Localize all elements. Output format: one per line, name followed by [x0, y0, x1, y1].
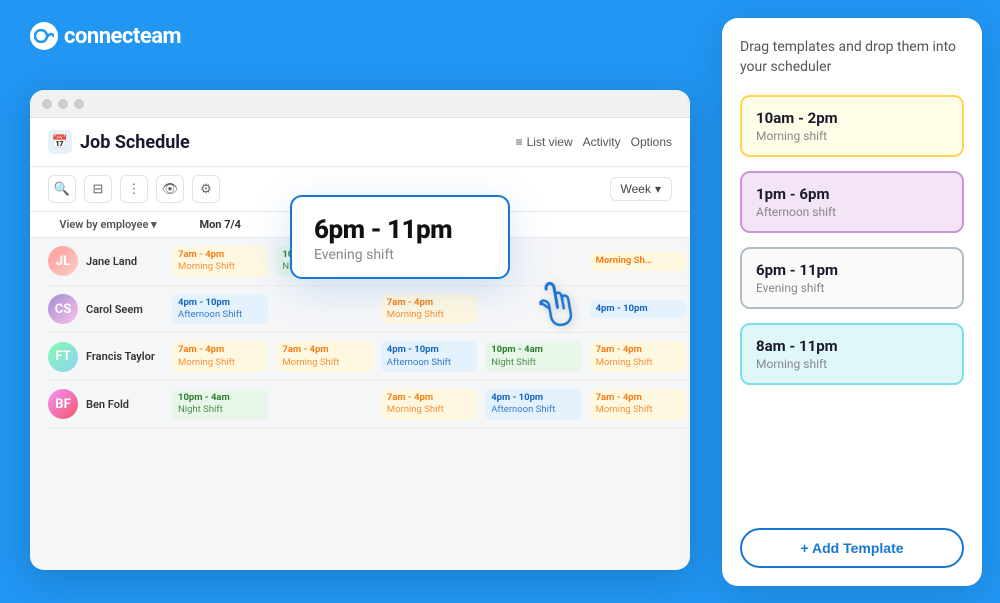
dragged-shift-time: 6pm - 11pm	[314, 215, 484, 245]
shift-block: 7am - 4pm Morning Shift	[381, 294, 477, 325]
more-button[interactable]: ⋮	[120, 175, 148, 203]
view-by-employee[interactable]: View by employee ▾	[48, 212, 168, 237]
shift-cell: 7am - 4pm Morning Shift	[168, 339, 272, 374]
shift-cell: 10pm - 4am Night Shift	[481, 339, 585, 374]
logo: connecteam	[30, 22, 181, 50]
employee-name: Francis Taylor	[86, 350, 155, 363]
shift-block: 7am - 4pm Morning Shift	[172, 341, 268, 372]
avatar: BF	[48, 389, 78, 419]
template-time: 10am - 2pm	[756, 109, 948, 127]
date-header: Mon 7/4	[168, 212, 272, 237]
shift-cell: 7am - 4pm Morning Shift	[377, 387, 481, 422]
template-label: Morning shift	[756, 129, 948, 143]
template-card-afternoon[interactable]: 1pm - 6pm Afternoon shift	[740, 171, 964, 233]
template-label: Evening shift	[756, 281, 948, 295]
logo-icon	[30, 22, 58, 50]
shift-cell: 10pm - 4am Night Shift	[168, 387, 272, 422]
employee-name: Ben Fold	[86, 398, 129, 411]
scheduler-window: 📅 Job Schedule ≡ List view Activity Opti…	[30, 90, 690, 570]
shift-cell: 4pm - 10pm Afternoon Shift	[481, 387, 585, 422]
shift-block: 7am - 4pm Morning Shift	[172, 246, 268, 277]
shift-cell	[272, 307, 376, 311]
shift-block: Morning Sh…	[590, 252, 686, 270]
dot-red	[42, 99, 52, 109]
dragged-shift-card: 6pm - 11pm Evening shift	[290, 195, 510, 279]
week-selector[interactable]: Week ▾	[610, 177, 673, 201]
avatar: FT	[48, 342, 78, 372]
shift-cell: 4pm - 10pm Afternoon Shift	[377, 339, 481, 374]
shift-block: 7am - 4pm Morning Shift	[276, 341, 372, 372]
logo-text: connecteam	[64, 24, 181, 49]
shift-block: 7am - 4pm Morning Shift	[590, 341, 686, 372]
shift-cell: 7am - 4pm Morning Shift	[586, 387, 690, 422]
drag-cursor-icon	[525, 276, 583, 344]
template-card-morning[interactable]: 10am - 2pm Morning shift	[740, 95, 964, 157]
grid-body: JL Jane Land 7am - 4pm Morning Shift 10p…	[30, 238, 690, 568]
options-button[interactable]: Options	[631, 135, 672, 149]
template-label: Afternoon shift	[756, 205, 948, 219]
employee-name: Carol Seem	[86, 303, 143, 316]
scheduler-title: 📅 Job Schedule	[48, 130, 190, 154]
col5	[586, 212, 690, 237]
template-time: 1pm - 6pm	[756, 185, 948, 203]
shift-cell: 7am - 4pm Morning Shift	[272, 339, 376, 374]
eye-button[interactable]: 👁	[156, 175, 184, 203]
template-label: Morning shift	[756, 357, 948, 371]
shift-cell: 4pm - 10pm	[586, 298, 690, 320]
table-row: BF Ben Fold 10pm - 4am Night Shift 7am -…	[48, 381, 690, 429]
avatar: JL	[48, 246, 78, 276]
shift-cell: 7am - 4pm Morning Shift	[377, 292, 481, 327]
filter-button[interactable]: ⊟	[84, 175, 112, 203]
table-row: CS Carol Seem 4pm - 10pm Afternoon Shift…	[48, 286, 690, 334]
employee-cell: CS Carol Seem	[48, 294, 168, 324]
shift-block: 4pm - 10pm Afternoon Shift	[172, 294, 268, 325]
titlebar	[30, 90, 690, 118]
header-actions: ≡ List view Activity Options	[516, 135, 672, 149]
activity-button[interactable]: Activity	[583, 135, 621, 149]
template-time: 6pm - 11pm	[756, 261, 948, 279]
shift-block: 10pm - 4am Night Shift	[172, 389, 268, 420]
shift-cell: 7am - 4pm Morning Shift	[168, 244, 272, 279]
dot-green	[74, 99, 84, 109]
dot-yellow	[58, 99, 68, 109]
avatar: CS	[48, 294, 78, 324]
shift-block: 4pm - 10pm Afternoon Shift	[485, 389, 581, 420]
templates-panel: Drag templates and drop them into your s…	[722, 18, 982, 586]
search-button[interactable]: 🔍	[48, 175, 76, 203]
scheduler-header: 📅 Job Schedule ≡ List view Activity Opti…	[30, 118, 690, 167]
shift-block: 7am - 4pm Morning Shift	[381, 389, 477, 420]
shift-cell: 7am - 4pm Morning Shift	[586, 339, 690, 374]
calendar-icon: 📅	[48, 130, 72, 154]
panel-title: Drag templates and drop them into your s…	[740, 38, 964, 77]
template-card-evening[interactable]: 6pm - 11pm Evening shift	[740, 247, 964, 309]
employee-name: Jane Land	[86, 255, 137, 268]
dragged-shift-label: Evening shift	[314, 247, 484, 263]
template-time: 8am - 11pm	[756, 337, 948, 355]
template-card-morning2[interactable]: 8am - 11pm Morning shift	[740, 323, 964, 385]
shift-block: 10pm - 4am Night Shift	[485, 341, 581, 372]
shift-block: 4pm - 10pm	[590, 300, 686, 318]
employee-cell: BF Ben Fold	[48, 389, 168, 419]
employee-cell: FT Francis Taylor	[48, 342, 168, 372]
list-icon: ≡	[516, 135, 523, 149]
shift-cell: Morning Sh…	[586, 250, 690, 272]
shift-block: 7am - 4pm Morning Shift	[590, 389, 686, 420]
table-row: FT Francis Taylor 7am - 4pm Morning Shif…	[48, 333, 690, 381]
add-template-button[interactable]: + Add Template	[740, 528, 964, 568]
employee-cell: JL Jane Land	[48, 246, 168, 276]
shift-cell	[272, 402, 376, 406]
list-view-button[interactable]: ≡ List view	[516, 135, 573, 149]
shift-block: 4pm - 10pm Afternoon Shift	[381, 341, 477, 372]
settings-button[interactable]: ⚙	[192, 175, 220, 203]
chevron-down-icon: ▾	[655, 182, 661, 196]
shift-cell: 4pm - 10pm Afternoon Shift	[168, 292, 272, 327]
